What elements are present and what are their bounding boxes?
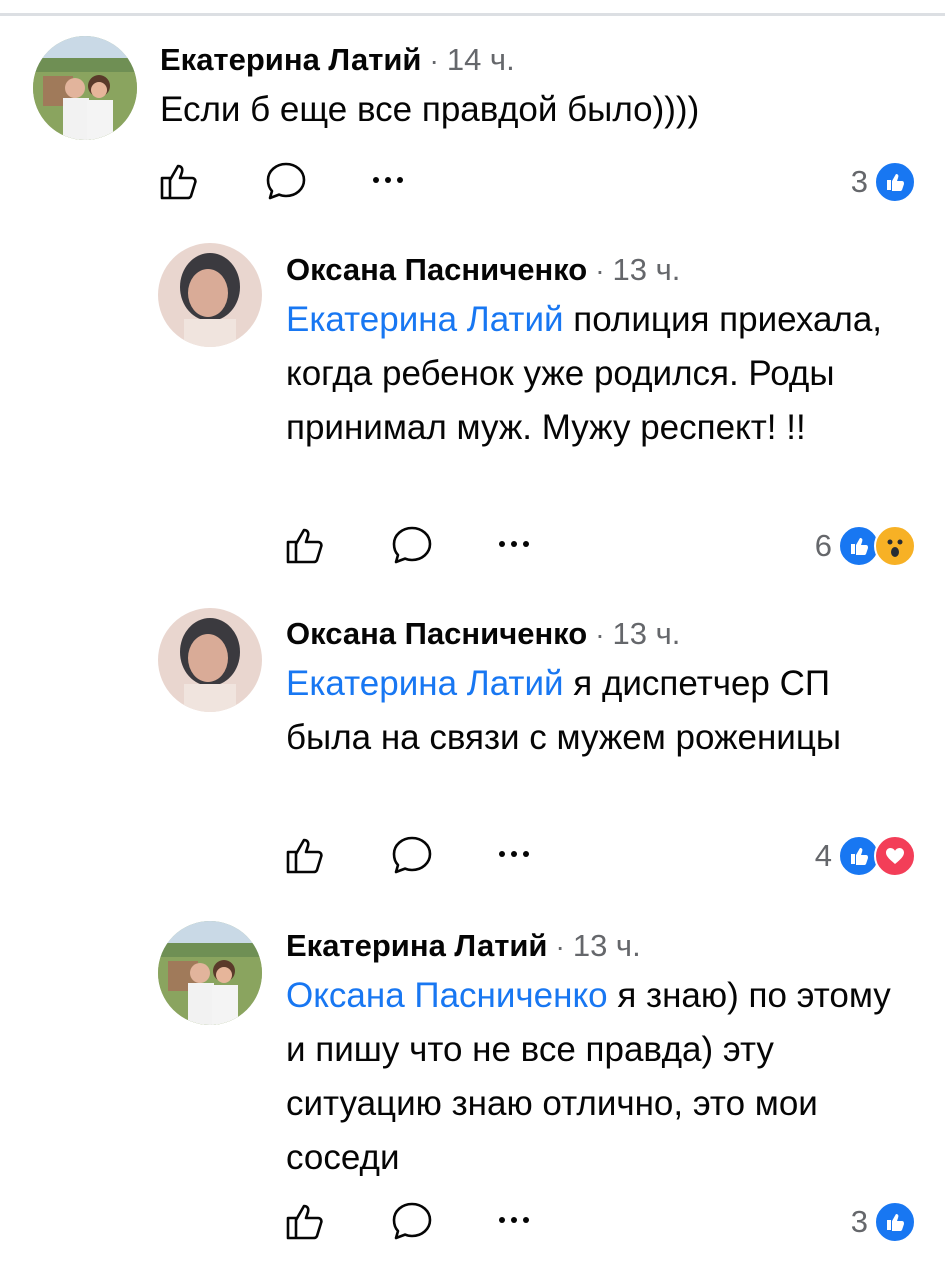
wow-reaction-icon xyxy=(874,525,916,567)
avatar[interactable] xyxy=(158,243,262,347)
mention-link[interactable]: Оксана Пасниченко xyxy=(286,976,608,1015)
comment-actions: 4 xyxy=(284,834,916,878)
reply-button[interactable] xyxy=(390,1200,434,1242)
separator-dot: · xyxy=(555,931,565,962)
comment-author[interactable]: Оксана Пасниченко xyxy=(286,252,587,287)
separator-dot: · xyxy=(429,45,439,76)
comment-text: Оксана Пасниченко я знаю) по этому и пиш… xyxy=(286,969,906,1185)
avatar[interactable] xyxy=(158,608,262,712)
thumbs-up-icon xyxy=(286,1204,323,1240)
comment-bubble-icon xyxy=(266,162,306,200)
comment-text: Екатерина Латий полиция приехала, когда … xyxy=(286,293,906,455)
reply-button[interactable] xyxy=(390,834,434,876)
reaction-count: 3 xyxy=(850,1204,868,1239)
thumbs-up-icon xyxy=(286,528,323,564)
avatar[interactable] xyxy=(158,921,262,1025)
avatar-woman-photo xyxy=(158,608,262,712)
reaction-summary[interactable]: 4 xyxy=(815,834,916,878)
like-reaction-icon xyxy=(874,1201,916,1243)
more-dots-icon xyxy=(499,1217,529,1223)
more-options-button[interactable] xyxy=(496,532,532,556)
mention-link[interactable]: Екатерина Латий xyxy=(286,664,564,703)
comment-bubble-icon xyxy=(392,1202,432,1240)
reaction-summary[interactable]: 3 xyxy=(851,1200,916,1244)
like-button[interactable] xyxy=(284,834,326,876)
thumbs-up-icon xyxy=(286,838,323,874)
more-options-button[interactable] xyxy=(496,842,532,866)
like-reaction-icon xyxy=(874,161,916,203)
reaction-summary[interactable]: 6 xyxy=(815,524,916,568)
mention-link[interactable]: Екатерина Латий xyxy=(286,300,564,339)
like-button[interactable] xyxy=(284,524,326,566)
comment-bubble-icon xyxy=(392,836,432,874)
comment-author[interactable]: Екатерина Латий xyxy=(160,42,422,77)
comment-actions: 6 xyxy=(284,524,916,568)
reply-button[interactable] xyxy=(264,160,308,202)
separator-dot: · xyxy=(595,619,605,650)
comment-time[interactable]: 13 ч. xyxy=(573,928,641,963)
reaction-count: 3 xyxy=(850,164,868,199)
comment-time[interactable]: 14 ч. xyxy=(447,42,515,77)
avatar[interactable] xyxy=(33,36,137,140)
more-options-button[interactable] xyxy=(496,1208,532,1232)
comment-text: Если б еще все правдой было)))) xyxy=(160,90,700,129)
avatar-couple-photo xyxy=(158,921,262,1025)
more-dots-icon xyxy=(499,541,529,547)
thumbs-up-icon xyxy=(160,164,197,200)
more-options-button[interactable] xyxy=(370,168,406,192)
more-dots-icon xyxy=(373,177,403,183)
avatar-couple-photo xyxy=(33,36,137,140)
comment-actions: 3 xyxy=(158,160,916,204)
comment-time[interactable]: 13 ч. xyxy=(613,252,681,287)
separator-dot: · xyxy=(595,255,605,286)
like-button[interactable] xyxy=(284,1200,326,1242)
comment-time[interactable]: 13 ч. xyxy=(613,616,681,651)
reaction-count: 4 xyxy=(814,838,832,873)
like-button[interactable] xyxy=(158,160,200,202)
more-dots-icon xyxy=(499,851,529,857)
avatar-woman-photo xyxy=(158,243,262,347)
comment-text: Екатерина Латий я диспетчер СП была на с… xyxy=(286,657,906,765)
comment-bubble-icon xyxy=(392,526,432,564)
comment-actions: 3 xyxy=(284,1200,916,1244)
love-reaction-icon xyxy=(874,835,916,877)
comment-author[interactable]: Оксана Пасниченко xyxy=(286,616,587,651)
comment-author[interactable]: Екатерина Латий xyxy=(286,928,548,963)
reaction-count: 6 xyxy=(814,528,832,563)
reply-button[interactable] xyxy=(390,524,434,566)
top-divider xyxy=(0,13,945,16)
reaction-summary[interactable]: 3 xyxy=(851,160,916,204)
